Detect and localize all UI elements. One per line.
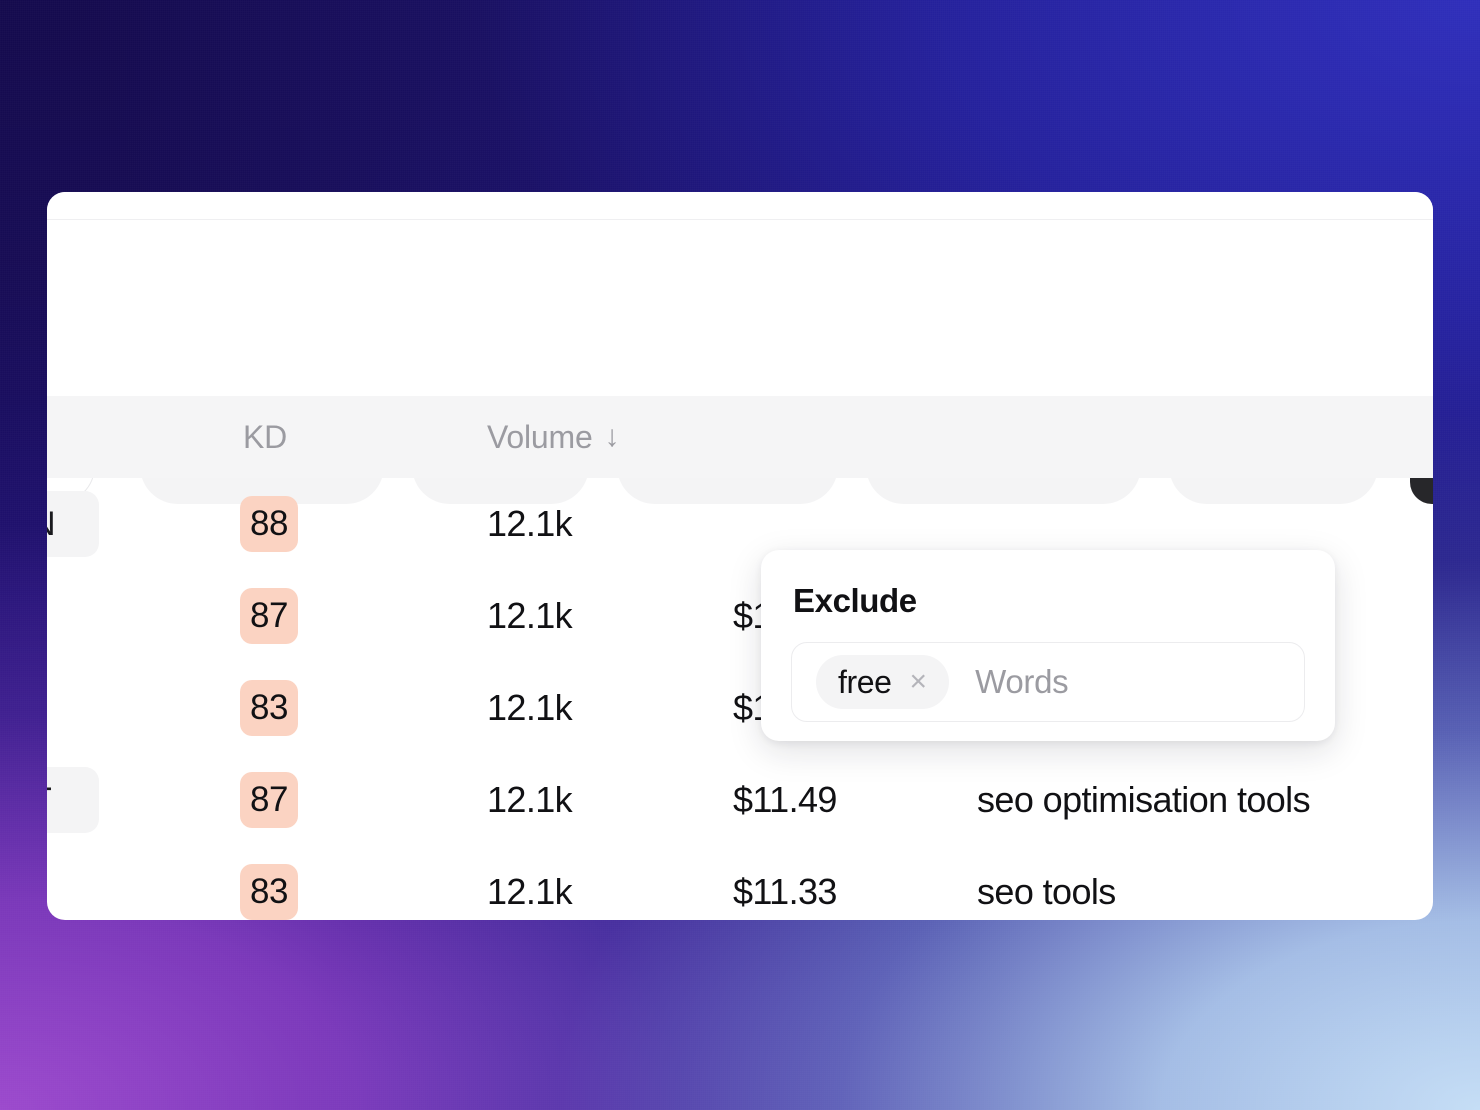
volume-value: 12.1k [487,871,572,913]
cell-kd: 83 [240,680,298,736]
volume-value: 12.1k [487,595,572,637]
table-row[interactable]: T 87 12.1k $11.49 seo optimisation tools [47,754,1433,846]
cell-kd: 87 [240,588,298,644]
exclude-input-placeholder: Words [975,663,1068,701]
cell-volume: 12.1k [487,503,572,545]
exclude-popover: Exclude free × Words [761,550,1335,741]
row-flag-label: T [47,781,52,820]
cell-volume: 12.1k [487,595,572,637]
cell-keyword: seo optimisation tools [977,779,1310,821]
kd-badge: 83 [240,864,298,920]
kd-badge: 88 [240,496,298,552]
table-header-row: KD Volume ↓ [47,396,1433,478]
app-card: KD: < 25 CPC Include Exclude: 1 [47,192,1433,920]
column-header-kd-label: KD [243,419,287,456]
cpc-value: $11.49 [733,779,837,821]
exclude-words-input[interactable]: free × Words [791,642,1305,722]
row-flag-badge: N [47,491,99,557]
cell-volume: 12.1k [487,871,572,913]
keyword-value: seo tools [977,871,1116,913]
close-icon[interactable]: × [910,667,928,697]
kd-badge: 87 [240,772,298,828]
cell-kd: 83 [240,864,298,920]
exclude-tag-label: free [838,664,892,701]
filter-bar [47,220,1433,388]
keyword-value: seo optimisation tools [977,779,1310,821]
volume-value: 12.1k [487,687,572,729]
column-header-kd[interactable]: KD [243,396,287,478]
cell-keyword: seo tools [977,871,1116,913]
kd-badge: 83 [240,680,298,736]
sort-descending-icon: ↓ [605,422,620,452]
cell-cpc: $11.49 [733,779,837,821]
kd-badge: 87 [240,588,298,644]
exclude-popover-title: Exclude [793,582,1305,620]
exclude-tag-free[interactable]: free × [816,655,949,709]
column-header-volume-label: Volume [487,419,593,456]
cell-kd: 87 [240,772,298,828]
volume-value: 12.1k [487,503,572,545]
cell-cpc: $11.33 [733,871,837,913]
cell-volume: 12.1k [487,687,572,729]
card-top-strip [47,192,1433,220]
volume-value: 12.1k [487,779,572,821]
row-flag-badge: T [47,767,99,833]
cell-kd: 88 [240,496,298,552]
cpc-value: $11.33 [733,871,837,913]
column-header-volume[interactable]: Volume ↓ [487,396,619,478]
cell-volume: 12.1k [487,779,572,821]
row-flag-label: N [47,505,56,544]
table-row[interactable]: 83 12.1k $11.33 seo tools [47,846,1433,920]
